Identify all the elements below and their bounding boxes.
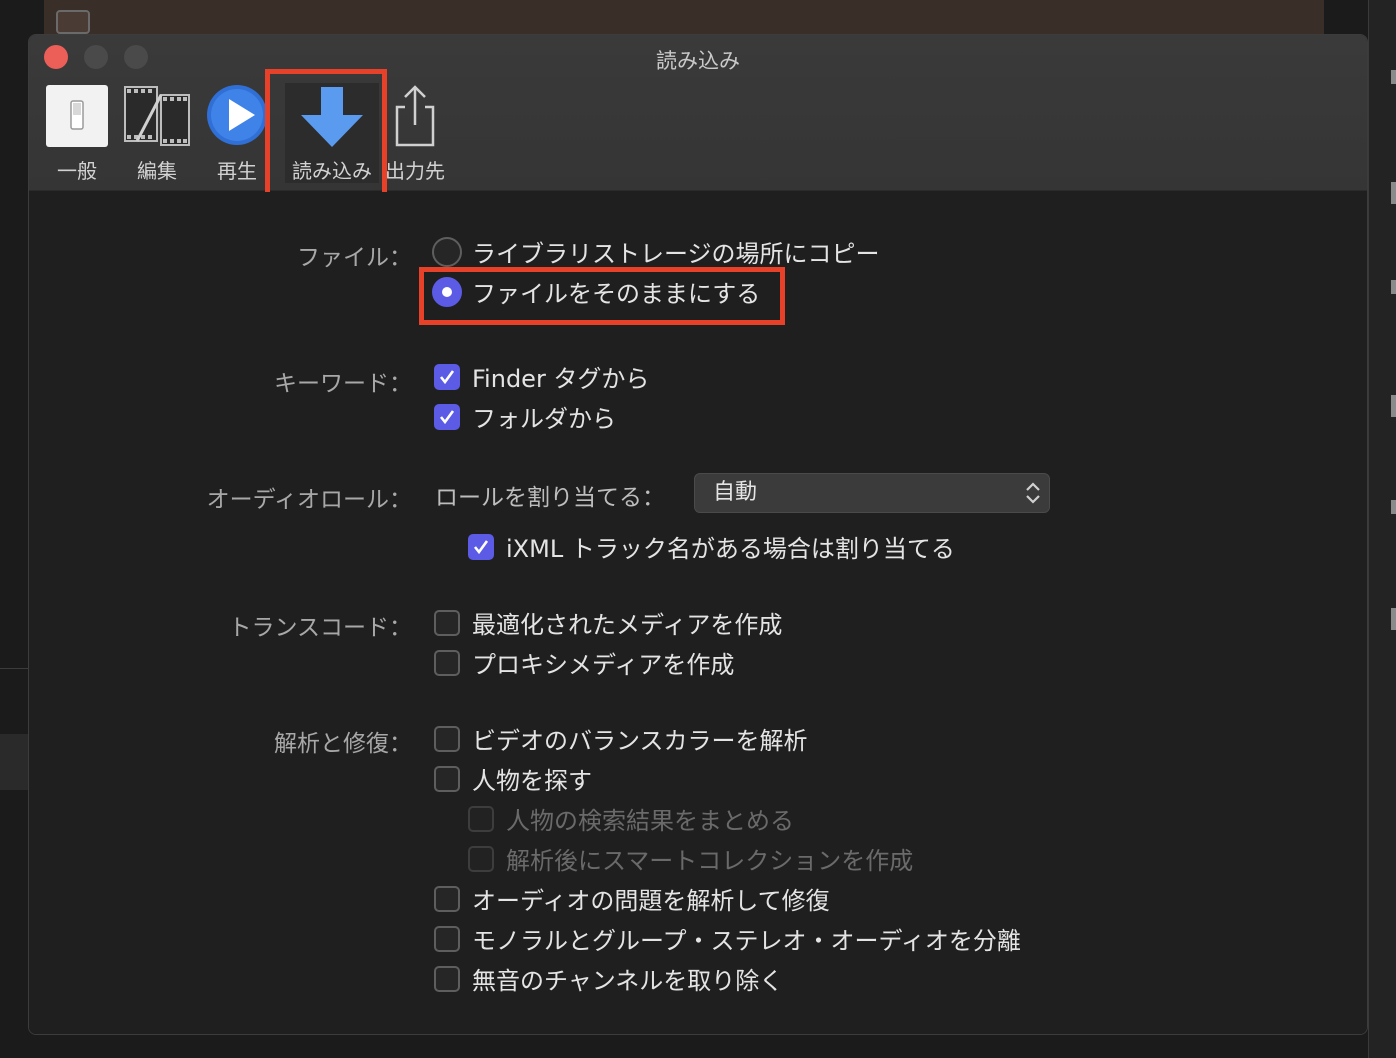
checkbox-disabled (468, 805, 494, 832)
checkbox-folders-label: フォルダから (472, 405, 616, 433)
checkbox-find-people-label: 人物を探す (472, 767, 592, 795)
checkbox-balance-color[interactable]: ビデオのバランスカラーを解析 (434, 721, 808, 756)
analyze-section-label: 解析と修復： (274, 731, 412, 757)
checkbox-fix-audio-label: オーディオの問題を解析して修復 (472, 887, 830, 915)
background-inspector (1368, 0, 1396, 1058)
checkmark-icon (439, 369, 455, 384)
checkbox-folders[interactable]: フォルダから (434, 399, 616, 434)
tab-general-label: 一般 (57, 159, 97, 183)
checkbox-remove-silent-label: 無音のチャンネルを取り除く (472, 967, 784, 995)
checkbox-finder-tags[interactable]: Finder タグから (434, 359, 649, 394)
checkbox-disabled (468, 845, 494, 872)
film-icon (124, 86, 190, 146)
audio-roles-section-label: オーディオロール： (206, 487, 412, 513)
toolbar: 読み込み 一般 編集 再生 読み込み 出力先 (29, 35, 1367, 191)
tab-general[interactable]: 一般 (37, 83, 117, 183)
assign-roles-select[interactable]: 自動 (694, 473, 1050, 513)
transcode-section-label: トランスコード： (228, 615, 412, 641)
tab-editing-label: 編集 (137, 159, 177, 183)
background-viewer (44, 0, 1324, 34)
checkbox-consolidate-people-label: 人物の検索結果をまとめる (506, 807, 794, 835)
background-thumbnail (56, 10, 90, 34)
tab-destinations[interactable]: 出力先 (375, 83, 455, 183)
keywords-section-label: キーワード： (274, 371, 412, 397)
checkbox-ixml[interactable]: iXML トラック名がある場合は割り当てる (468, 529, 955, 564)
checkbox-consolidate-people: 人物の検索結果をまとめる (468, 801, 794, 836)
window-title: 読み込み (656, 49, 740, 73)
checkbox-optimized-media-label: 最適化されたメディアを作成 (472, 611, 783, 639)
preferences-content-lower: キーワード： Finder タグから フォルダから オーディオロール： ロールを… (29, 192, 1367, 1034)
checkbox[interactable] (434, 725, 460, 752)
checkbox[interactable] (434, 925, 460, 952)
checkbox-checked[interactable] (434, 403, 460, 430)
checkbox-checked[interactable] (434, 363, 460, 390)
checkbox-remove-silent[interactable]: 無音のチャンネルを取り除く (434, 961, 783, 996)
checkbox-smart-collections-label: 解析後にスマートコレクションを作成 (506, 847, 914, 875)
switch-icon (46, 85, 108, 147)
share-icon (395, 85, 435, 147)
background-divider (0, 668, 28, 669)
checkbox-smart-collections: 解析後にスマートコレクションを作成 (468, 841, 913, 876)
chevron-up-down-icon (1026, 482, 1040, 504)
checkmark-icon (473, 539, 489, 554)
checkbox[interactable] (434, 609, 460, 636)
background-band (0, 734, 28, 790)
checkbox[interactable] (434, 649, 460, 676)
checkbox-checked[interactable] (468, 533, 494, 560)
checkbox-separate-mono-label: モノラルとグループ・ステレオ・オーディオを分離 (472, 927, 1021, 955)
checkbox-ixml-label: iXML トラック名がある場合は割り当てる (506, 535, 955, 563)
checkmark-icon (439, 409, 455, 424)
checkbox-separate-mono[interactable]: モノラルとグループ・ステレオ・オーディオを分離 (434, 921, 1021, 956)
import-preferences-window: 読み込み 一般 編集 再生 読み込み 出力先 ファイル： ライブラリストレージの… (28, 34, 1368, 1035)
checkbox[interactable] (434, 965, 460, 992)
checkbox[interactable] (434, 885, 460, 912)
checkbox-balance-color-label: ビデオのバランスカラーを解析 (472, 727, 808, 755)
checkbox-optimized-media[interactable]: 最適化されたメディアを作成 (434, 605, 782, 640)
tab-destinations-label: 出力先 (385, 159, 445, 183)
checkbox-fix-audio[interactable]: オーディオの問題を解析して修復 (434, 881, 830, 916)
highlight-box-import-tab (265, 69, 387, 207)
assign-roles-label: ロールを割り当てる： (435, 485, 665, 511)
checkbox-proxy-media[interactable]: プロキシメディアを作成 (434, 645, 734, 680)
checkbox-finder-tags-label: Finder タグから (472, 365, 650, 393)
checkbox-find-people[interactable]: 人物を探す (434, 761, 592, 796)
tab-editing[interactable]: 編集 (117, 83, 197, 183)
assign-roles-select-value: 自動 (713, 480, 758, 505)
checkbox[interactable] (434, 765, 460, 792)
checkbox-proxy-media-label: プロキシメディアを作成 (472, 651, 735, 679)
